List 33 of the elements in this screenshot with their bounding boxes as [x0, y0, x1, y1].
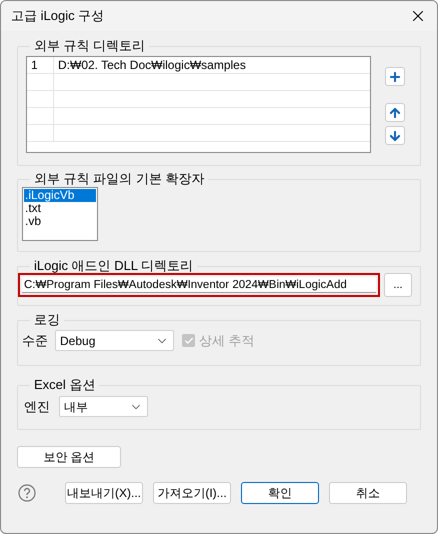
- dropdown[interactable]: 내부: [59, 396, 148, 417]
- dialog-button[interactable]: 내보내기(X)...: [65, 482, 143, 504]
- dialog-button[interactable]: 확인: [241, 482, 319, 504]
- dll-path-field[interactable]: C:₩Program Files₩Autodesk₩Inventor 2024₩Bin₩iLogicAdd: [18, 273, 380, 297]
- group-label: iLogic 애드인 DLL 디렉토리: [33, 259, 194, 273]
- row-number: 1: [27, 57, 54, 73]
- dialog-button[interactable]: 취소: [329, 482, 407, 504]
- browse-button[interactable]: ...: [384, 273, 412, 297]
- directory-list[interactable]: 1 D:₩02. Tech Doc₩ilogic₩samples: [26, 56, 371, 153]
- window-title: 고급 iLogic 구성: [11, 7, 104, 26]
- help-icon[interactable]: [18, 484, 36, 502]
- security-options-button[interactable]: 보안 옵션: [17, 446, 121, 468]
- group-label: 로깅: [33, 313, 61, 327]
- extension-list[interactable]: .iLogicVb .txt .vb: [22, 187, 98, 241]
- list-item[interactable]: .iLogicVb: [24, 189, 96, 202]
- plus-icon: [388, 70, 402, 84]
- directory-path: D:₩02. Tech Doc₩ilogic₩samples: [57, 57, 246, 73]
- move-up-button[interactable]: [385, 103, 405, 122]
- engine-label: 엔진: [24, 398, 51, 416]
- level-label: 수준: [21, 332, 49, 350]
- add-button[interactable]: [385, 67, 405, 86]
- detail-label: 상세 추적: [199, 332, 255, 350]
- arrow-up-icon: [388, 106, 402, 120]
- move-down-button[interactable]: [385, 126, 405, 145]
- list-item[interactable]: .txt: [24, 202, 96, 215]
- dropdown[interactable]: Debug: [55, 330, 174, 351]
- group-label: 외부 규칙 파일의 기본 확장자: [33, 172, 206, 186]
- list-item[interactable]: .vb: [24, 215, 96, 228]
- arrow-down-icon: [388, 128, 402, 142]
- group-label: 외부 규칙 디렉토리: [33, 39, 146, 53]
- dialog-button[interactable]: 가져오기(I)...: [153, 482, 231, 504]
- check-icon: [184, 336, 194, 346]
- group-label: Excel 옵션: [33, 378, 96, 392]
